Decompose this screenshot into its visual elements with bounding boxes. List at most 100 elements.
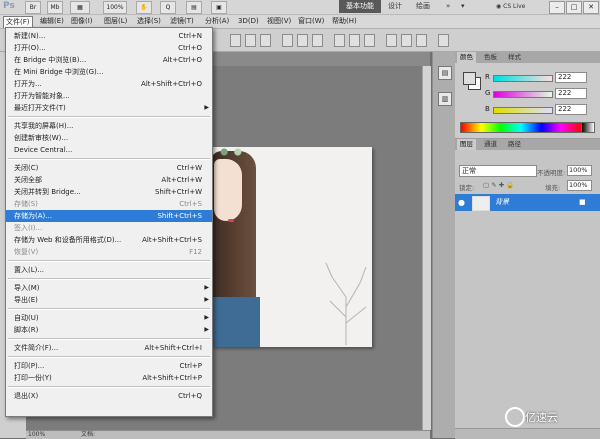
blend-mode-select[interactable]: 正常 bbox=[459, 165, 537, 177]
fill-label: 填充: bbox=[545, 184, 561, 192]
maximize-icon[interactable]: □ bbox=[566, 1, 582, 14]
channel-r-value[interactable]: 222 bbox=[555, 72, 587, 83]
channel-b-value[interactable]: 222 bbox=[555, 104, 587, 115]
align-left-icon[interactable] bbox=[282, 34, 293, 47]
opacity-input[interactable]: 100% bbox=[567, 165, 592, 176]
foreground-color-swatch[interactable] bbox=[463, 72, 476, 85]
channel-b-slider[interactable] bbox=[493, 107, 553, 114]
file-menu-item[interactable]: 自动(U) ▶ bbox=[6, 312, 212, 324]
file-menu-item[interactable]: 签入(I)... bbox=[6, 222, 212, 234]
auto-align-icon[interactable] bbox=[438, 34, 449, 47]
minimize-icon[interactable]: – bbox=[549, 1, 565, 14]
layer-name[interactable]: 背景 bbox=[495, 197, 509, 207]
menu-window[interactable]: 窗口(W) bbox=[296, 16, 326, 27]
file-menu-item[interactable]: 导出(E) ▶ bbox=[6, 294, 212, 306]
file-menu-item[interactable]: 文件简介(F)... Alt+Shift+Ctrl+I bbox=[6, 342, 212, 354]
menu-image[interactable]: 图像(I) bbox=[69, 16, 95, 27]
file-menu-item[interactable]: 打开为... Alt+Shift+Ctrl+O bbox=[6, 78, 212, 90]
file-menu-item[interactable]: 打开(O)... Ctrl+O bbox=[6, 42, 212, 54]
file-menu-item[interactable]: 关闭(C) Ctrl+W bbox=[6, 162, 212, 174]
history-panel-icon[interactable]: ▤ bbox=[438, 66, 452, 80]
mini-bridge-button[interactable]: Mb bbox=[47, 1, 63, 14]
file-menu-dropdown: 新建(N)... Ctrl+N 打开(O)... Ctrl+O 在 Bridge 中浏览… bbox=[5, 27, 213, 417]
menu-filter[interactable]: 滤镜(T) bbox=[168, 16, 196, 27]
tab-layers[interactable]: 图层 bbox=[457, 139, 476, 150]
file-menu-item[interactable]: 存储为 Web 和设备所用格式(D)... Alt+Shift+Ctrl+S bbox=[6, 234, 212, 246]
distribute-center-icon[interactable] bbox=[401, 34, 412, 47]
distribute-top-icon[interactable] bbox=[334, 34, 345, 47]
file-menu-item[interactable]: 在 Bridge 中浏览(B)... Alt+Ctrl+O bbox=[6, 54, 212, 66]
tab-styles[interactable]: 样式 bbox=[505, 52, 524, 63]
zoom-level[interactable]: 100% bbox=[103, 1, 127, 14]
file-menu-item[interactable]: 导入(M) ▶ bbox=[6, 282, 212, 294]
properties-panel-icon[interactable]: ▥ bbox=[438, 92, 452, 106]
workspace-more-icon[interactable]: » bbox=[446, 0, 450, 13]
distribute-right-icon[interactable] bbox=[416, 34, 427, 47]
lock-icons[interactable]: ▢ ✎ ✚ 🔒 bbox=[483, 181, 514, 189]
screen-mode-button[interactable]: ▣ bbox=[211, 1, 227, 14]
distribute-left-icon[interactable] bbox=[386, 34, 397, 47]
file-menu-item[interactable]: 新建(N)... Ctrl+N bbox=[6, 30, 212, 42]
menu-item-label: 共享我的屏幕(H)... bbox=[14, 122, 74, 130]
file-menu-item[interactable]: 退出(X) Ctrl+Q bbox=[6, 390, 212, 402]
file-menu-item[interactable]: 打印(P)... Ctrl+P bbox=[6, 360, 212, 372]
workspace-design[interactable]: 设计 bbox=[388, 0, 402, 13]
align-right-icon[interactable] bbox=[312, 34, 323, 47]
menu-layer[interactable]: 图层(L) bbox=[102, 16, 129, 27]
align-top-icon[interactable] bbox=[230, 34, 241, 47]
menu-help[interactable]: 帮助(H) bbox=[330, 16, 359, 27]
menu-analysis[interactable]: 分析(A) bbox=[203, 16, 231, 27]
distribute-middle-icon[interactable] bbox=[349, 34, 360, 47]
channel-g-slider[interactable] bbox=[493, 91, 553, 98]
menu-edit[interactable]: 编辑(E) bbox=[38, 16, 66, 27]
menu-item-shortcut: Alt+Ctrl+O bbox=[162, 56, 202, 64]
file-menu-item[interactable]: 置入(L)... bbox=[6, 264, 212, 276]
file-menu-item[interactable]: 打开为智能对象... bbox=[6, 90, 212, 102]
file-menu-item[interactable]: 存储为(A)... Shift+Ctrl+S bbox=[6, 210, 212, 222]
hand-tool-button[interactable]: ✋ bbox=[136, 1, 152, 14]
menu-3d[interactable]: 3D(D) bbox=[236, 16, 261, 27]
branches-decoration bbox=[325, 262, 367, 345]
channel-r-slider[interactable] bbox=[493, 75, 553, 82]
eye-icon[interactable]: ● bbox=[458, 198, 467, 207]
menu-view[interactable]: 视图(V) bbox=[265, 16, 293, 27]
arrange-docs-button[interactable]: ▤ bbox=[186, 1, 202, 14]
panel-icon-strip: ▤ ▥ bbox=[432, 52, 456, 438]
bridge-button[interactable]: Br bbox=[25, 1, 41, 14]
portrait-lips bbox=[228, 219, 234, 222]
cs-live-menu[interactable]: ◉ CS Live bbox=[496, 1, 540, 12]
tab-swatches[interactable]: 色板 bbox=[481, 52, 500, 63]
workspace-menu-icon[interactable]: ▾ bbox=[461, 0, 465, 13]
tab-channels[interactable]: 通道 bbox=[481, 139, 500, 150]
channel-g-value[interactable]: 222 bbox=[555, 88, 587, 99]
tab-paths[interactable]: 路径 bbox=[505, 139, 524, 150]
close-icon[interactable]: ✕ bbox=[583, 1, 599, 14]
menu-item-shortcut: Ctrl+W bbox=[176, 164, 202, 172]
file-menu-item[interactable]: Device Central... bbox=[6, 144, 212, 156]
color-spectrum-bar[interactable] bbox=[460, 122, 582, 133]
view-extras-button[interactable]: ▦ bbox=[70, 1, 90, 14]
vertical-scrollbar[interactable] bbox=[422, 66, 431, 430]
file-menu-item[interactable]: 脚本(R) ▶ bbox=[6, 324, 212, 336]
align-center-icon[interactable] bbox=[297, 34, 308, 47]
distribute-bottom-icon[interactable] bbox=[364, 34, 375, 47]
align-middle-icon[interactable] bbox=[245, 34, 256, 47]
file-menu-item[interactable]: 恢复(V) F12 bbox=[6, 246, 212, 258]
workspace-essentials[interactable]: 基本功能 bbox=[339, 0, 381, 13]
file-menu-item[interactable]: 创建新审核(W)... bbox=[6, 132, 212, 144]
black-white-ramp[interactable] bbox=[581, 122, 595, 133]
file-menu-item[interactable]: 关闭并转到 Bridge... Shift+Ctrl+W bbox=[6, 186, 212, 198]
tab-color[interactable]: 颜色 bbox=[457, 52, 476, 63]
zoom-tool-button[interactable]: Q bbox=[160, 1, 176, 14]
workspace-painting[interactable]: 绘画 bbox=[416, 0, 430, 13]
menu-select[interactable]: 选择(S) bbox=[135, 16, 163, 27]
layer-row-background[interactable]: ● 背景 ■ bbox=[455, 194, 600, 211]
file-menu-item[interactable]: 存储(S) Ctrl+S bbox=[6, 198, 212, 210]
file-menu-item[interactable]: 打印一份(Y) Alt+Shift+Ctrl+P bbox=[6, 372, 212, 384]
file-menu-item[interactable]: 共享我的屏幕(H)... bbox=[6, 120, 212, 132]
file-menu-item[interactable]: 最近打开文件(T) ▶ bbox=[6, 102, 212, 114]
file-menu-item[interactable]: 关闭全部 Alt+Ctrl+W bbox=[6, 174, 212, 186]
file-menu-item[interactable]: 在 Mini Bridge 中浏览(G)... bbox=[6, 66, 212, 78]
align-bottom-icon[interactable] bbox=[260, 34, 271, 47]
fill-input[interactable]: 100% bbox=[567, 180, 592, 191]
